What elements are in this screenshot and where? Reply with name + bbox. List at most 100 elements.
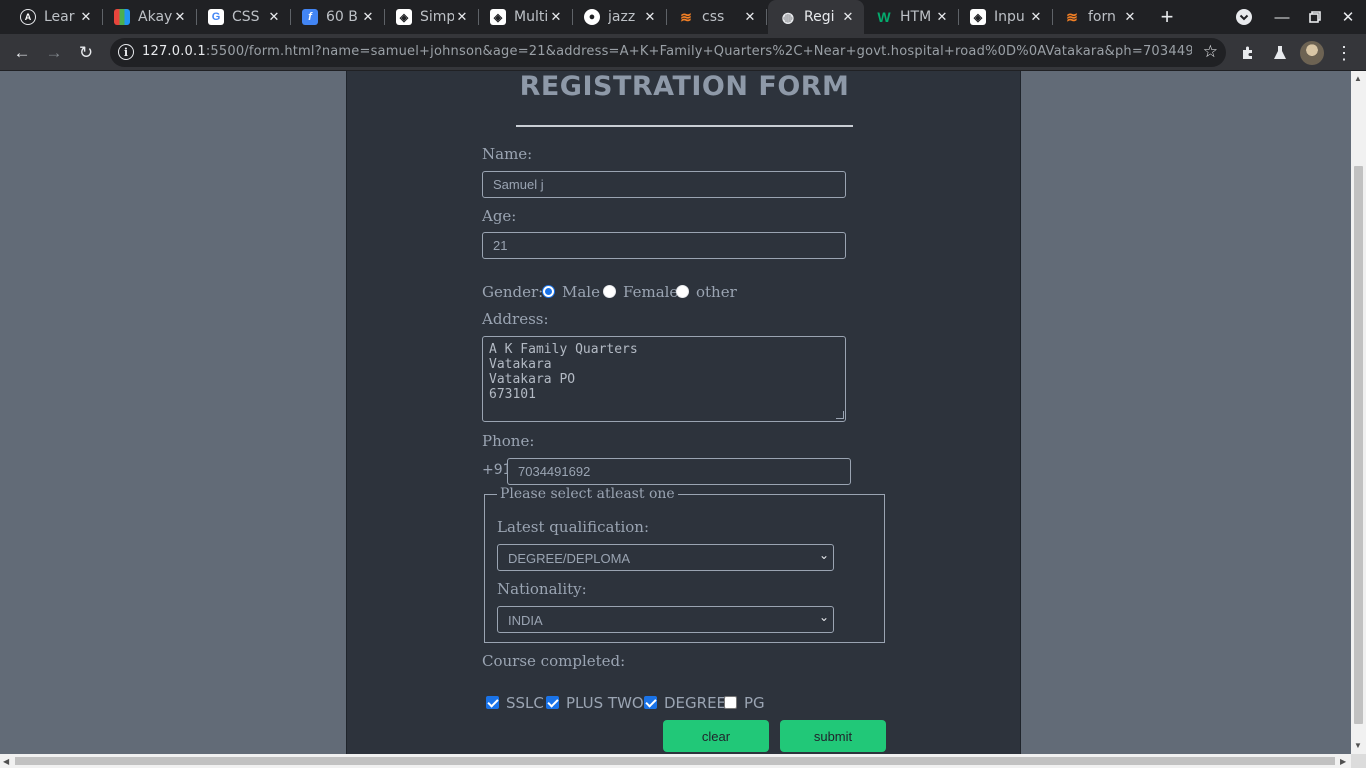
nationality-selected-value: INDIA xyxy=(508,613,543,628)
gender-other-radio[interactable] xyxy=(676,285,689,298)
tab-7[interactable]: ≋ css ✕ xyxy=(666,0,767,34)
scroll-left-arrow-icon[interactable]: ◀ xyxy=(3,757,9,766)
qualification-select[interactable]: DEGREE/DEPLOMA ⌄ xyxy=(497,544,834,571)
form-title: REGISTRATION FORM xyxy=(519,71,850,102)
scroll-right-arrow-icon[interactable]: ▶ xyxy=(1340,757,1346,766)
tab-title: Multi xyxy=(514,9,548,25)
course-sslc-checkbox[interactable] xyxy=(486,696,499,709)
age-label: Age: xyxy=(482,207,517,225)
codepen-icon: ◈ xyxy=(396,9,412,25)
globe-icon: ◍ xyxy=(781,8,795,25)
new-tab-button[interactable]: + xyxy=(1155,4,1179,29)
profile-avatar[interactable] xyxy=(1300,41,1324,65)
chevron-down-icon: ⌄ xyxy=(818,610,829,624)
tab-3[interactable]: f 60 B ✕ xyxy=(290,0,385,34)
page-viewport: REGISTRATION FORM Name: Samuel j Age: 21… xyxy=(0,71,1351,754)
close-icon[interactable]: ✕ xyxy=(172,9,188,25)
codepen-icon: ◈ xyxy=(490,9,506,25)
gender-male-label: Male xyxy=(562,283,600,301)
clear-button[interactable]: clear xyxy=(663,720,769,752)
title-divider xyxy=(516,125,853,127)
resize-handle[interactable] xyxy=(836,411,844,419)
tab-title: Simp xyxy=(420,9,454,25)
freecodecamp-icon: f xyxy=(302,9,318,25)
browser-toolbar: ← → ↻ i 127.0.0.1:5500/form.html?name=sa… xyxy=(0,34,1366,71)
close-icon[interactable]: ✕ xyxy=(548,9,564,25)
horizontal-scrollbar[interactable]: ◀ ▶ xyxy=(0,754,1351,768)
age-input[interactable]: 21 xyxy=(482,232,846,259)
scroll-up-arrow-icon[interactable]: ▲ xyxy=(1354,74,1362,83)
tab-9[interactable]: W HTM ✕ xyxy=(864,0,959,34)
nationality-label: Nationality: xyxy=(497,580,587,598)
tab-title: Inpu xyxy=(994,9,1025,25)
menu-kebab-icon[interactable]: ⋮ xyxy=(1331,40,1357,66)
close-icon[interactable]: ✕ xyxy=(934,9,950,25)
submit-button[interactable]: submit xyxy=(780,720,886,752)
close-icon[interactable]: ✕ xyxy=(1122,9,1138,25)
close-window-icon[interactable]: ✕ xyxy=(1336,5,1360,29)
stackoverflow-icon: ≋ xyxy=(680,8,692,25)
close-icon[interactable]: ✕ xyxy=(840,9,856,25)
tab-search-icon[interactable] xyxy=(1232,5,1256,29)
scroll-corner xyxy=(1351,754,1366,768)
gender-female-radio[interactable] xyxy=(603,285,616,298)
tab-6[interactable]: ● jazz ✕ xyxy=(572,0,667,34)
nationality-select[interactable]: INDIA ⌄ xyxy=(497,606,834,633)
close-icon[interactable]: ✕ xyxy=(266,9,282,25)
course-pg-checkbox[interactable] xyxy=(724,696,737,709)
course-label: Course completed: xyxy=(482,652,626,670)
address-label: Address: xyxy=(482,310,549,328)
tab-4[interactable]: ◈ Simp ✕ xyxy=(384,0,479,34)
tab-8[interactable]: ◍ Regi ✕ xyxy=(768,0,864,34)
fieldset-legend: Please select atleast one xyxy=(497,486,678,502)
tab-title: 60 B xyxy=(326,9,358,25)
close-icon[interactable]: ✕ xyxy=(360,9,376,25)
tab-2[interactable]: G CSS ✕ xyxy=(196,0,291,34)
tab-title: HTM xyxy=(900,9,932,25)
tab-10[interactable]: ◈ Inpu ✕ xyxy=(958,0,1053,34)
site-info-icon[interactable]: i xyxy=(118,44,134,60)
course-pg-label: PG xyxy=(744,694,765,712)
vertical-scrollbar[interactable]: ▲ ▼ xyxy=(1351,71,1366,754)
close-icon[interactable]: ✕ xyxy=(742,9,758,25)
course-plustwo-label: PLUS TWO xyxy=(566,694,644,712)
address-bar[interactable]: i 127.0.0.1:5500/form.html?name=samuel+j… xyxy=(110,38,1226,67)
back-icon[interactable]: ← xyxy=(9,40,35,66)
tab-0[interactable]: A Lear ✕ xyxy=(8,0,103,34)
vertical-scroll-thumb[interactable] xyxy=(1354,166,1363,724)
zoho-icon xyxy=(114,9,130,25)
close-icon[interactable]: ✕ xyxy=(78,9,94,25)
restore-icon[interactable] xyxy=(1303,5,1327,29)
reload-icon[interactable]: ↻ xyxy=(73,40,99,66)
horizontal-scroll-thumb[interactable] xyxy=(15,757,1335,765)
tab-11[interactable]: ≋ forn ✕ xyxy=(1052,0,1146,34)
tab-1[interactable]: Akay ✕ xyxy=(102,0,197,34)
phone-label: Phone: xyxy=(482,432,535,450)
course-plustwo-checkbox[interactable] xyxy=(546,696,559,709)
forward-icon[interactable]: → xyxy=(41,40,67,66)
close-icon[interactable]: ✕ xyxy=(454,9,470,25)
gender-other-label: other xyxy=(696,283,737,301)
gender-female-label: Female xyxy=(623,283,679,301)
tab-title: Regi xyxy=(804,9,835,25)
qualification-label: Latest qualification: xyxy=(497,518,650,536)
w3schools-icon: W xyxy=(877,9,891,25)
scroll-down-arrow-icon[interactable]: ▼ xyxy=(1354,741,1362,750)
close-icon[interactable]: ✕ xyxy=(642,9,658,25)
bookmark-star-icon[interactable]: ☆ xyxy=(1203,42,1218,62)
tab-strip: A Lear ✕ Akay ✕ G CSS ✕ f 60 B ✕ ◈ Simp … xyxy=(0,0,1366,34)
phone-input[interactable]: 7034491692 xyxy=(507,458,851,485)
close-icon[interactable]: ✕ xyxy=(1028,9,1044,25)
address-textarea[interactable]: A K Family Quarters Vatakara Vatakara PO… xyxy=(482,336,846,422)
form-panel: REGISTRATION FORM Name: Samuel j Age: 21… xyxy=(346,71,1021,754)
extensions-icon[interactable] xyxy=(1235,40,1261,66)
tab-title: Lear xyxy=(44,9,75,25)
gender-male-radio[interactable] xyxy=(542,285,555,298)
labs-flask-icon[interactable] xyxy=(1267,40,1293,66)
url-text[interactable]: 127.0.0.1:5500/form.html?name=samuel+joh… xyxy=(142,44,1192,59)
name-input[interactable]: Samuel j xyxy=(482,171,846,198)
minimize-icon[interactable]: — xyxy=(1270,5,1294,29)
course-sslc-label: SSLC xyxy=(506,694,544,712)
tab-5[interactable]: ◈ Multi ✕ xyxy=(478,0,573,34)
course-degree-checkbox[interactable] xyxy=(644,696,657,709)
